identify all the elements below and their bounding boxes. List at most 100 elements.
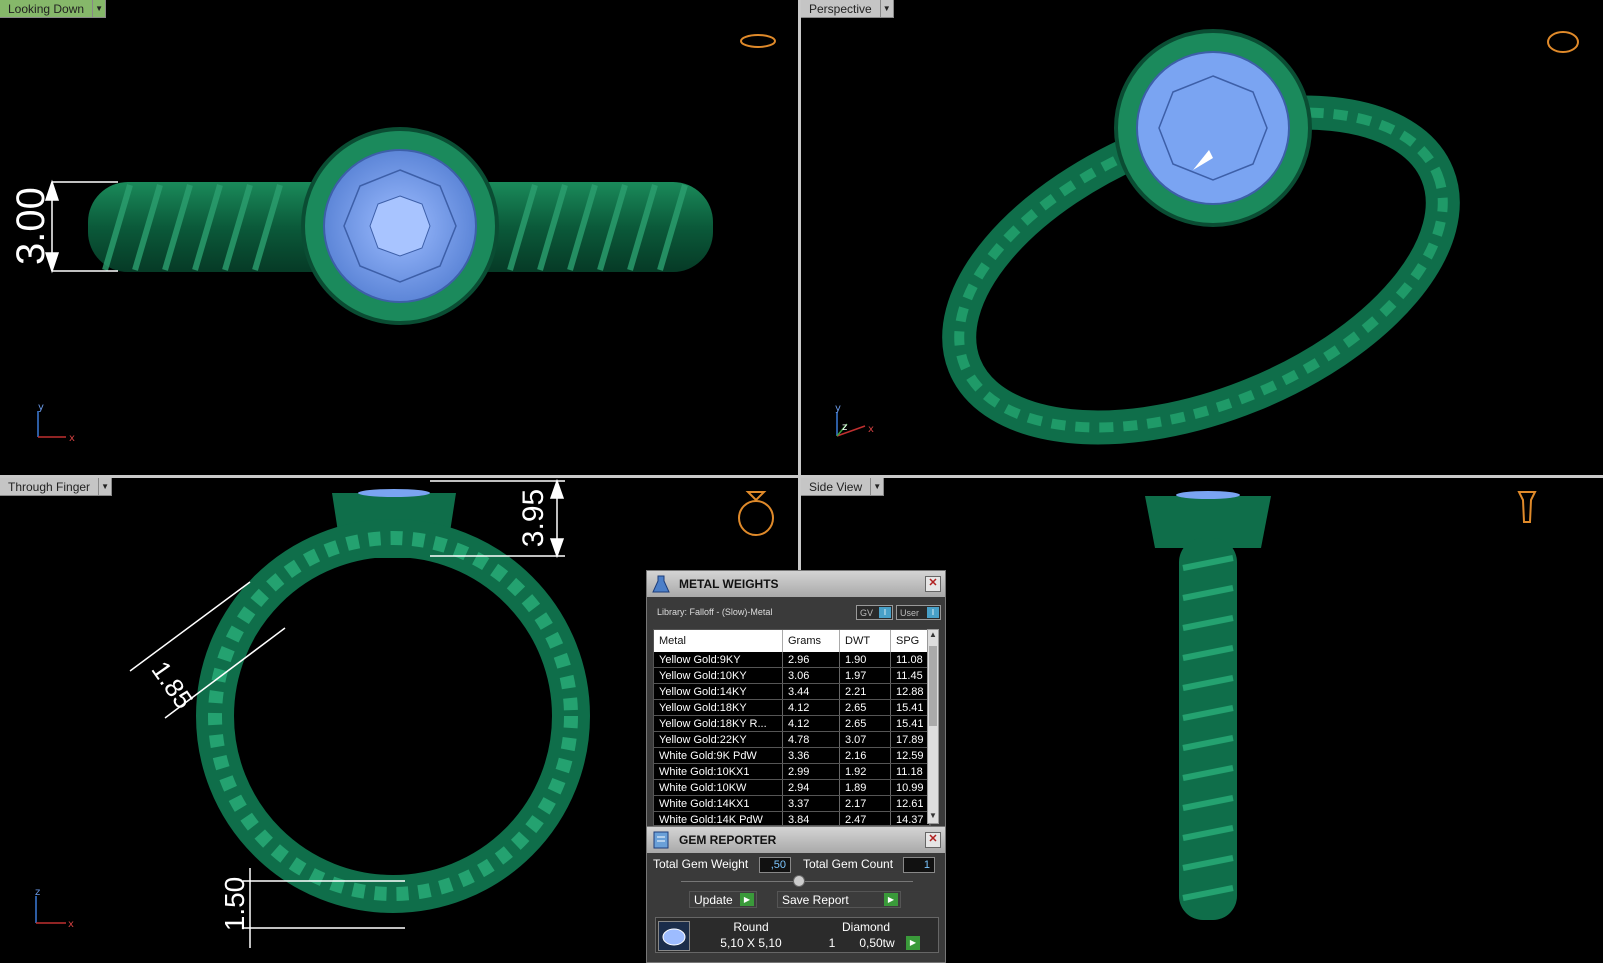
scroll-up-icon[interactable]: ▲ — [928, 630, 938, 642]
gem-reporter-titlebar[interactable]: GEM REPORTER ✕ — [647, 827, 945, 853]
svg-text:y: y — [835, 403, 841, 414]
metal-weights-titlebar[interactable]: METAL WEIGHTS ✕ — [647, 571, 945, 597]
total-gem-weight-value: ,50 — [759, 857, 791, 873]
close-icon[interactable]: ✕ — [925, 576, 941, 592]
chevron-down-icon[interactable]: ▼ — [871, 478, 885, 496]
flask-icon — [649, 572, 673, 596]
viewport-looking-down[interactable]: Looking Down ▼ 3.00 y x — [0, 0, 798, 475]
gem-list-row[interactable]: Round 5,10 X 5,10 Diamond 1 0,50tw ▶ — [655, 917, 939, 953]
svg-text:1.50: 1.50 — [219, 877, 250, 932]
gem-reporter-title: GEM REPORTER — [679, 833, 777, 847]
table-cell: 12.88 — [890, 683, 930, 700]
table-row[interactable]: Yellow Gold:9KY 2.96 1.90 11.08 — [654, 652, 930, 668]
table-row[interactable]: Yellow Gold:14KY 3.44 2.21 12.88 — [654, 683, 930, 700]
viewport-label-through-finger[interactable]: Through Finger ▼ — [0, 478, 113, 496]
gem-count: 1 — [828, 936, 836, 950]
viewport-label-looking-down[interactable]: Looking Down ▼ — [0, 0, 107, 18]
table-cell: White Gold:9K PdW — [654, 747, 783, 764]
table-row[interactable]: Yellow Gold:18KY 4.12 2.65 15.41 — [654, 699, 930, 716]
table-cell: 14.37 — [890, 811, 930, 825]
table-cell: 10.99 — [890, 779, 930, 796]
svg-text:1.85: 1.85 — [146, 656, 200, 715]
table-cell: 2.96 — [782, 652, 840, 668]
table-cell: White Gold:10KW — [654, 779, 783, 796]
viewport-label-side-view[interactable]: Side View ▼ — [801, 478, 885, 496]
svg-text:z: z — [35, 887, 40, 898]
play-icon[interactable]: ▶ — [906, 936, 920, 950]
table-cell: 2.94 — [782, 779, 840, 796]
table-cell: 1.97 — [839, 667, 891, 684]
column-header-grams[interactable]: Grams — [782, 630, 840, 652]
table-cell: 11.08 — [890, 652, 930, 668]
svg-text:z: z — [842, 422, 847, 433]
table-cell: 15.41 — [890, 715, 930, 732]
table-cell: 11.45 — [890, 667, 930, 684]
table-cell: Yellow Gold:18KY R... — [654, 715, 783, 732]
svg-text:x: x — [69, 433, 75, 444]
column-header-dwt[interactable]: DWT — [839, 630, 891, 652]
dimension-label: 3.00 — [9, 187, 53, 265]
table-row[interactable]: Yellow Gold:18KY R... 4.12 2.65 15.41 — [654, 715, 930, 732]
table-cell: White Gold:10KX1 — [654, 763, 783, 780]
table-cell: White Gold:14K PdW — [654, 811, 783, 825]
viewport-label-text: Looking Down — [0, 0, 94, 18]
splitter-handle[interactable] — [793, 875, 805, 887]
table-cell: 1.89 — [839, 779, 891, 796]
svg-text:y: y — [38, 402, 44, 413]
table-row[interactable]: White Gold:14KX1 3.37 2.17 12.61 — [654, 795, 930, 812]
table-cell: 17.89 — [890, 731, 930, 748]
table-row[interactable]: White Gold:10KX1 2.99 1.92 11.18 — [654, 763, 930, 780]
viewport-label-text: Side View — [801, 478, 872, 496]
table-cell: 1.92 — [839, 763, 891, 780]
chevron-down-icon[interactable]: ▼ — [99, 478, 113, 496]
gem-weight: 0,50tw — [859, 936, 895, 950]
chevron-down-icon[interactable]: ▼ — [93, 0, 107, 18]
table-cell: White Gold:14KX1 — [654, 795, 783, 812]
table-cell: 4.78 — [782, 731, 840, 748]
save-report-button[interactable]: Save Report ▶ — [777, 891, 901, 908]
table-scrollbar[interactable]: ▲ ▼ — [927, 629, 939, 824]
table-cell: Yellow Gold:18KY — [654, 699, 783, 716]
table-row[interactable]: Yellow Gold:22KY 4.78 3.07 17.89 — [654, 731, 930, 748]
table-cell: Yellow Gold:9KY — [654, 652, 783, 668]
table-cell: 3.37 — [782, 795, 840, 812]
table-cell: 3.06 — [782, 667, 840, 684]
metal-weights-table: Metal Grams DWT SPG Yellow Gold:9KY 2.96 1… — [653, 629, 931, 826]
gem-shape: Round — [733, 920, 769, 934]
table-row[interactable]: Yellow Gold:10KY 3.06 1.97 11.45 — [654, 667, 930, 684]
table-cell: 2.21 — [839, 683, 891, 700]
gem-reporter-panel: GEM REPORTER ✕ Total Gem Weight ,50 Tota… — [646, 826, 946, 963]
ring-top-view: 3.00 y x — [9, 34, 776, 444]
close-icon[interactable]: ✕ — [925, 832, 941, 848]
user-toggle[interactable]: User I — [896, 605, 941, 620]
table-cell: 1.90 — [839, 652, 891, 668]
report-icon — [649, 828, 673, 852]
scroll-down-icon[interactable]: ▼ — [928, 811, 938, 823]
gem-round-icon — [658, 921, 690, 951]
column-header-metal[interactable]: Metal — [654, 630, 783, 652]
table-row[interactable]: White Gold:14K PdW 3.84 2.47 14.37 — [654, 811, 930, 825]
axis-indicator: y x — [37, 402, 75, 444]
chevron-down-icon[interactable]: ▼ — [880, 0, 894, 18]
gv-toggle[interactable]: GV I — [856, 605, 893, 620]
table-cell: 12.59 — [890, 747, 930, 764]
play-icon: ▶ — [884, 893, 898, 906]
table-cell: 2.65 — [839, 699, 891, 716]
axis-indicator: z x — [35, 887, 74, 930]
table-row[interactable]: White Gold:10KW 2.94 1.89 10.99 — [654, 779, 930, 796]
metal-weights-panel: METAL WEIGHTS ✕ Library: Falloff - (Slow… — [646, 570, 946, 828]
svg-text:x: x — [68, 919, 74, 930]
ring-perspective-view: y z x — [835, 29, 1579, 445]
table-cell: 2.16 — [839, 747, 891, 764]
table-cell: 12.61 — [890, 795, 930, 812]
gem-size: 5,10 X 5,10 — [720, 936, 782, 950]
update-button[interactable]: Update ▶ — [689, 891, 757, 908]
viewport-perspective[interactable]: Perspective ▼ y z x — [801, 0, 1603, 475]
svg-text:3.95: 3.95 — [517, 489, 550, 547]
table-cell: 4.12 — [782, 699, 840, 716]
column-header-spg[interactable]: SPG — [890, 630, 930, 652]
table-cell: 3.07 — [839, 731, 891, 748]
total-gem-count-value: 1 — [903, 857, 935, 873]
viewport-label-perspective[interactable]: Perspective ▼ — [801, 0, 894, 18]
table-row[interactable]: White Gold:9K PdW 3.36 2.16 12.59 — [654, 747, 930, 764]
